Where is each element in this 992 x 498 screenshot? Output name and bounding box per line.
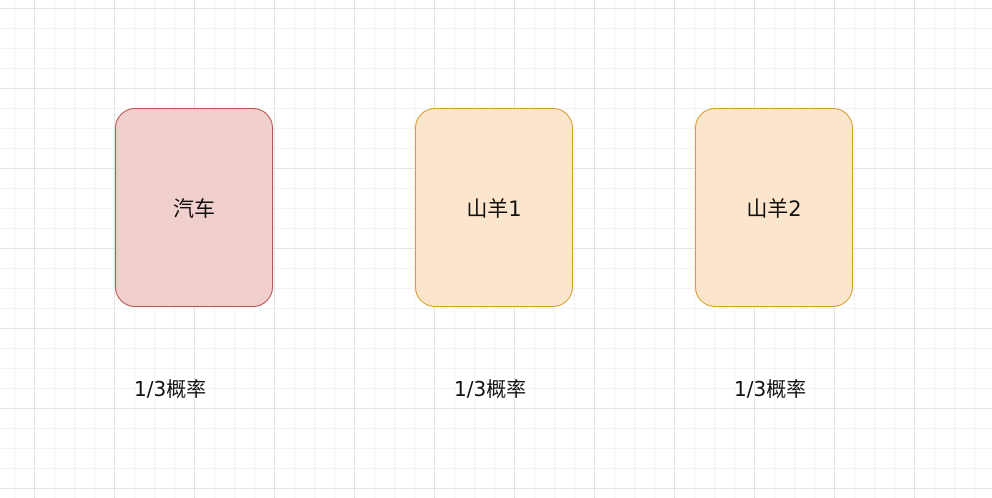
diagram-canvas: 汽车 山羊1 山羊2 1/3概率 1/3概率 1/3概率 (0, 0, 992, 498)
car-card[interactable]: 汽车 (115, 108, 273, 307)
goat1-label: 山羊1 (466, 196, 522, 221)
car-label: 汽车 (173, 196, 215, 221)
goat2-card[interactable]: 山羊2 (695, 108, 853, 307)
goat1-card[interactable]: 山羊1 (415, 108, 573, 307)
car-probability-label: 1/3概率 (134, 377, 207, 401)
goat1-probability-label: 1/3概率 (454, 377, 527, 401)
goat2-probability-label: 1/3概率 (734, 377, 807, 401)
goat2-label: 山羊2 (746, 196, 802, 221)
